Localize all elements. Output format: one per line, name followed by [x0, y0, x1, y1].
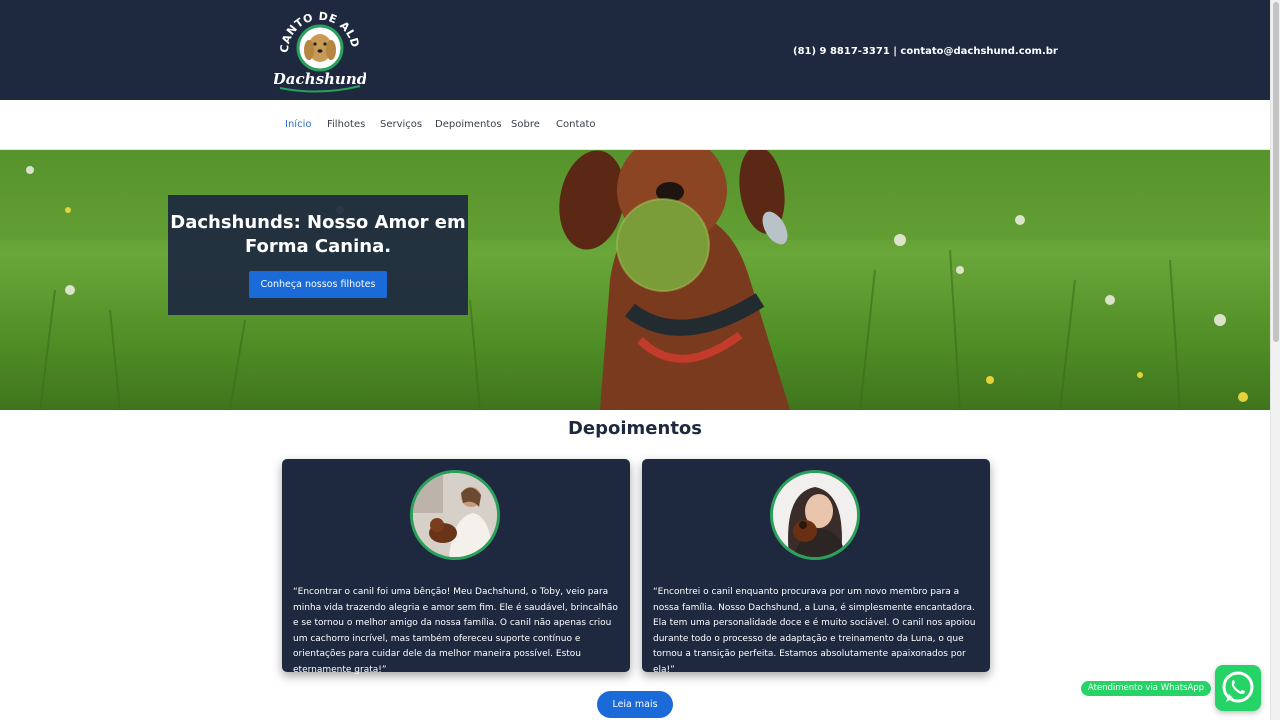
nav-item-sobre[interactable]: Sobre — [511, 119, 540, 130]
hero-banner: Dachshunds: Nosso Amor em Forma Canina. … — [0, 150, 1270, 410]
nav-item-contato[interactable]: Contato — [556, 119, 596, 130]
nav-item-filhotes[interactable]: Filhotes — [327, 119, 365, 130]
hero-card: Dachshunds: Nosso Amor em Forma Canina. … — [168, 195, 468, 315]
testimonial-avatar — [410, 470, 500, 560]
nav-item-depoimentos[interactable]: Depoimentos — [435, 119, 502, 130]
testimonial-card: “Encontrar o canil foi uma bênção! Meu D… — [282, 459, 630, 675]
testimonial-card: “Encontrei o canil enquanto procurava po… — [642, 459, 990, 675]
read-more-button[interactable]: Leia mais — [597, 691, 673, 718]
site-logo[interactable]: RECANTO DE ALDEIA Dachshund — [269, 0, 368, 94]
testimonial-quote: “Encontrar o canil foi uma bênção! Meu D… — [293, 587, 618, 675]
testimonial-avatar — [770, 470, 860, 560]
contact-info: (81) 9 8817-3371 | contato@dachshund.com… — [793, 46, 1058, 57]
main-nav: Início Filhotes Serviços Depoimentos Sob… — [0, 100, 1270, 150]
svg-text:Dachshund: Dachshund — [274, 70, 366, 88]
whatsapp-button[interactable] — [1215, 665, 1261, 711]
testimonial-quote: “Encontrei o canil enquanto procurava po… — [653, 587, 976, 675]
testimonials-title: Depoimentos — [567, 418, 703, 439]
hero-title: Dachshunds: Nosso Amor em Forma Canina. — [170, 212, 466, 257]
whatsapp-icon — [1222, 671, 1254, 703]
nav-item-servicos[interactable]: Serviços — [380, 119, 422, 130]
page-scrollbar[interactable] — [1270, 0, 1280, 720]
puppies-cta-button[interactable]: Conheça nossos filhotes — [249, 271, 387, 298]
site-header: RECANTO DE ALDEIA Dachshund (81) 9 8817-… — [0, 0, 1270, 100]
scrollbar-thumb[interactable] — [1273, 2, 1279, 342]
nav-item-inicio[interactable]: Início — [285, 119, 311, 130]
whatsapp-label[interactable]: Atendimento via WhatsApp — [1081, 681, 1211, 696]
